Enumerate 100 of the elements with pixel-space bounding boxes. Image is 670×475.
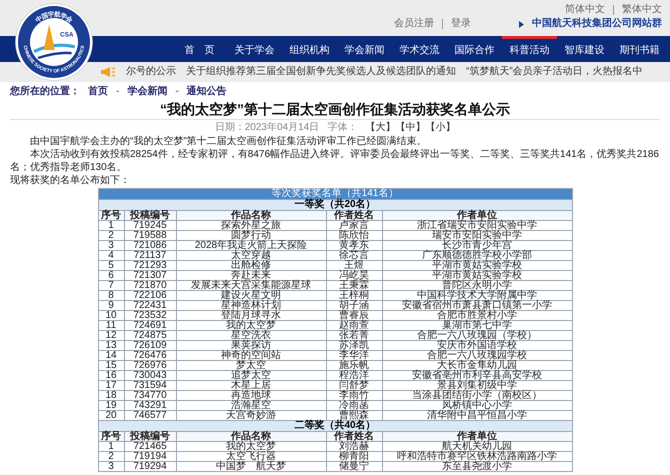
table-cell: 721307 xyxy=(124,271,176,281)
table-cell: 18 xyxy=(98,391,124,401)
nav-tab[interactable]: 组织机构 xyxy=(282,36,337,62)
font-size-link[interactable]: 【大】 xyxy=(365,120,396,134)
table-cell: 黄孝东 xyxy=(326,241,382,251)
nav-tab[interactable]: 学会新闻 xyxy=(337,36,392,62)
table-cell: 743291 xyxy=(124,401,176,411)
table-cell: 721870 xyxy=(124,281,176,291)
table-cell: 17 xyxy=(98,381,124,391)
table-cell: 星神造林计划 xyxy=(176,301,326,311)
language-link[interactable]: 繁体中文 xyxy=(622,4,662,16)
table-cell: 安徽省宿州市萧县萧口镇第一小学 xyxy=(382,301,572,311)
nav-tab[interactable]: 智库建设 xyxy=(557,36,612,62)
nav-tab[interactable]: 关于学会 xyxy=(227,36,282,62)
table-cell: 19 xyxy=(98,401,124,411)
table-cell: 投稿编号 xyxy=(124,432,176,442)
table-cell: 我的太空梦 xyxy=(176,442,326,452)
nav-tab[interactable]: 期刊书籍 xyxy=(612,36,667,62)
table-cell: 呼和浩特市赛罕区铁林浩路南路小学 xyxy=(382,452,572,462)
table-cell: 陈欣怡 xyxy=(326,231,382,241)
table-cell: 10 xyxy=(98,311,124,321)
table-cell: 浩瀚星空 xyxy=(176,401,326,411)
table-cell: 徐芯言 xyxy=(326,251,382,261)
language-link[interactable]: 简体中文 xyxy=(565,4,605,16)
table-cell: 726476 xyxy=(124,351,176,361)
table-cell: 苏泽凯 xyxy=(326,341,382,351)
table-cell: 梦太空 xyxy=(176,361,326,371)
table-cell: 721293 xyxy=(124,261,176,271)
nav-tab[interactable]: 学术交流 xyxy=(392,36,447,62)
breadcrumb-link[interactable]: 首页 xyxy=(88,84,108,98)
table-cell: 胡子涵 xyxy=(326,301,382,311)
table-cell: 圆梦行动 xyxy=(176,231,326,241)
table-cell: 巢湖市第七中学 xyxy=(382,321,572,331)
breadcrumb-link[interactable]: 通知公告 xyxy=(186,84,227,98)
table-cell: 合肥一六八玫瑰园（学校） xyxy=(382,331,572,341)
table-cell: 序号 xyxy=(98,432,124,442)
table-cell: 瑞安市安阳实验中学 xyxy=(382,231,572,241)
table-cell: 731594 xyxy=(124,381,176,391)
nav-tab[interactable]: 首 页 xyxy=(172,36,227,62)
breadcrumb-separator: - xyxy=(175,84,179,98)
table-cell: 3 xyxy=(98,462,124,472)
table-cell: 12 xyxy=(98,331,124,341)
table-cell: 浙江省瑞安市安阳实验中学 xyxy=(382,221,572,231)
table-cell: 太空穿越 xyxy=(176,251,326,261)
table-cell: 11 xyxy=(98,321,124,331)
table-cell: 15 xyxy=(98,361,124,371)
breadcrumb-label: 您所在的位置： xyxy=(10,84,80,98)
table-cell: 神奇的空间站 xyxy=(176,351,326,361)
table-cell: 合肥市胜景村小学 xyxy=(382,311,572,321)
table-cell: 2 xyxy=(98,231,124,241)
table-cell: 722106 xyxy=(124,291,176,301)
article-date: 日期：2023年04月14日 xyxy=(214,120,320,134)
nav-tab[interactable]: 国际合作 xyxy=(447,36,502,62)
table-cell: 奔赴未来 xyxy=(176,271,326,281)
table-cell: 16 xyxy=(98,371,124,381)
table-cell: 太空飞行器 xyxy=(176,452,326,462)
table-cell: 1 xyxy=(98,221,124,231)
table-cell: 凤桥镇中心小学 xyxy=(382,401,572,411)
chevron-icon xyxy=(519,20,524,28)
table-cell: 作者单位 xyxy=(382,211,572,221)
table-cell: 曹睿辰 xyxy=(326,311,382,321)
table-cell: 2 xyxy=(98,452,124,462)
paragraph: 本次活动收到有效投稿28254件，经专家初评，有8476幅作品进入终评。评审委员会最终评出一等奖、二等奖、三等奖共141名，优秀奖共2186名；优秀指导老师130名。 xyxy=(10,148,660,174)
table-cell: 9 xyxy=(98,301,124,311)
table-cell: 作品名称 xyxy=(176,211,326,221)
table-cell: 719588 xyxy=(124,231,176,241)
font-size-link[interactable]: 【中】 xyxy=(395,120,426,134)
account-link[interactable]: 登录 xyxy=(451,18,471,30)
table-cell: 中国科学技术大学附属中学 xyxy=(382,291,572,301)
breadcrumb-link[interactable]: 学会新闻 xyxy=(127,84,168,98)
notice-link[interactable]: “筑梦航天”会员亲子活动日，火热报名中 xyxy=(466,66,643,78)
table-cell: 726976 xyxy=(124,361,176,371)
table-cell: 程浩洋 xyxy=(326,371,382,381)
table-cell: 航天机关幼儿园 xyxy=(382,442,572,452)
table-cell: 李华洋 xyxy=(326,351,382,361)
table-cell: 王秉霖 xyxy=(326,281,382,291)
table-cell: 6 xyxy=(98,271,124,281)
account-link[interactable]: 会员注册 xyxy=(394,18,434,30)
table-cell: 1 xyxy=(98,442,124,452)
table-cell: 平湖市黄姑实验学校 xyxy=(382,261,572,271)
font-size-label: 字体： xyxy=(327,120,358,134)
table-cell: 719194 xyxy=(124,452,176,462)
notice-link[interactable]: 关于组织推荐第三届全国创新争先奖候选人及候选团队的通知 xyxy=(186,66,456,78)
table-cell: 平湖市黄姑实验学校 xyxy=(382,271,572,281)
table-cell: 作品名称 xyxy=(176,432,326,442)
table-cell: 星空洗衣 xyxy=(176,331,326,341)
table-cell: 3 xyxy=(98,241,124,251)
table-cell: 724691 xyxy=(124,321,176,331)
table-cell: 4 xyxy=(98,251,124,261)
table-cell: 721137 xyxy=(124,251,176,261)
font-size-link[interactable]: 【小】 xyxy=(425,120,456,134)
table-cell: 李雨竹 xyxy=(326,391,382,401)
table-cell: 719245 xyxy=(124,221,176,231)
table-cell: 726109 xyxy=(124,341,176,351)
table-cell: 2028年我走火箭上天探险 xyxy=(176,241,326,251)
table-cell: 序号 xyxy=(98,211,124,221)
group-site-link[interactable]: 中国航天科技集团公司网站群 xyxy=(532,18,662,30)
notice-link[interactable]: 尔号的公示 xyxy=(126,66,176,78)
table-cell: 闫舒梦 xyxy=(326,381,382,391)
table-cell: 作者姓名 xyxy=(326,432,382,442)
